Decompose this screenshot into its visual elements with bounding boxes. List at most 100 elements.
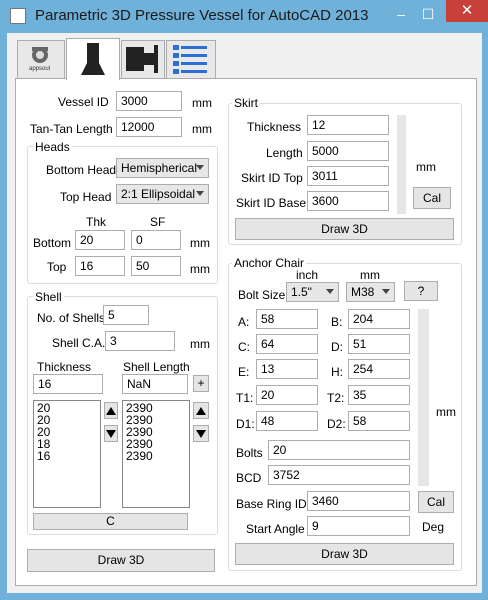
thickness-header: Thickness	[37, 360, 92, 374]
top-head-value: 2:1 Ellipsoidal	[121, 187, 196, 201]
skirt-id-top-label: Skirt ID Top	[241, 171, 303, 185]
add-button[interactable]: +	[193, 375, 209, 392]
heads-title: Heads	[33, 140, 72, 154]
h-label: H:	[331, 365, 343, 379]
arrow-up-icon	[106, 407, 116, 415]
d-input[interactable]: 51	[348, 334, 410, 354]
skirt-draw-3d-button[interactable]: Draw 3D	[235, 218, 454, 240]
shell-ca-input[interactable]: 3	[105, 331, 175, 351]
bottom-thk-input[interactable]: 20	[75, 230, 125, 250]
vessel-icon	[81, 43, 105, 75]
bottom-sf-input[interactable]: 0	[131, 230, 181, 250]
help-button[interactable]: ?	[404, 281, 438, 301]
vessel-id-label: Vessel ID	[58, 95, 109, 109]
minimize-button[interactable]: –	[392, 5, 410, 23]
c-button[interactable]: C	[33, 513, 188, 530]
list-item[interactable]: 2390	[126, 450, 186, 462]
list-item[interactable]: 16	[37, 450, 97, 462]
e-input[interactable]: 13	[256, 359, 318, 379]
start-angle-label: Start Angle	[246, 522, 305, 536]
t1-label: T1:	[236, 391, 254, 405]
top-thk-input[interactable]: 16	[75, 256, 125, 276]
chevron-down-icon	[196, 165, 204, 170]
shell-title: Shell	[33, 290, 64, 304]
a-input[interactable]: 58	[256, 309, 318, 329]
skirt-unit: mm	[416, 160, 436, 174]
bolt-inch-select[interactable]: 1.5"	[286, 282, 339, 302]
t1-input[interactable]: 20	[256, 385, 318, 405]
window-title: Parametric 3D Pressure Vessel for AutoCA…	[35, 7, 369, 24]
length-up-button[interactable]	[193, 402, 209, 419]
tab-list[interactable]	[166, 40, 216, 78]
shell-length-header: Shell Length	[123, 360, 190, 374]
d2-label: D2:	[327, 417, 346, 431]
base-ring-id-label: Base Ring ID	[236, 497, 307, 511]
thickness-input[interactable]: 16	[33, 374, 103, 394]
vessel-id-input[interactable]: 3000	[116, 91, 182, 111]
tan-tan-label: Tan-Tan Length	[30, 122, 113, 136]
move-down-button[interactable]	[104, 425, 118, 442]
main-draw-3d-button[interactable]: Draw 3D	[27, 549, 215, 572]
bolt-mm-select[interactable]: M38	[346, 282, 395, 302]
anchor-unit: mm	[436, 405, 456, 419]
num-shells-input[interactable]: 5	[103, 305, 149, 325]
skirt-thickness-input[interactable]: 12	[307, 115, 389, 135]
close-button[interactable]: ✕	[446, 0, 488, 22]
b-label: B:	[331, 315, 343, 329]
tab-vessel[interactable]	[66, 38, 120, 80]
b-input[interactable]: 204	[348, 309, 410, 329]
skirt-id-base-label: Skirt ID Base	[236, 196, 307, 210]
skirt-diagram-bar	[397, 115, 406, 214]
inch-label: inch	[296, 268, 319, 282]
tab-nozzle[interactable]	[121, 40, 165, 78]
sf-header: SF	[150, 215, 166, 229]
top-row-label: Top	[47, 260, 67, 274]
top-head-label: Top Head	[60, 190, 112, 204]
e-label: E:	[238, 365, 250, 379]
top-head-select[interactable]: 2:1 Ellipsoidal	[116, 184, 209, 204]
tab-appsoul[interactable]: appsoul	[17, 40, 65, 78]
thickness-list[interactable]: 20 20 20 18 16	[33, 400, 101, 508]
skirt-id-base-input[interactable]: 3600	[307, 191, 389, 211]
thk-header: Thk	[86, 215, 107, 229]
base-ring-id-input[interactable]: 3460	[307, 491, 410, 511]
chevron-down-icon	[326, 289, 334, 294]
h-input[interactable]: 254	[348, 359, 410, 379]
bottom-head-select[interactable]: Hemispherical	[116, 158, 209, 178]
start-angle-input[interactable]: 9	[307, 516, 410, 536]
skirt-id-top-input[interactable]: 3011	[307, 166, 389, 186]
shell-length-input[interactable]: NaN	[122, 374, 188, 394]
anchor-chair-title: Anchor Chair	[232, 256, 307, 270]
anchor-draw-3d-button[interactable]: Draw 3D	[235, 543, 454, 565]
vessel-id-unit: mm	[192, 96, 212, 110]
c-input[interactable]: 64	[256, 334, 318, 354]
top-sf-input[interactable]: 50	[131, 256, 181, 276]
maximize-button[interactable]: ☐	[419, 5, 437, 23]
list-icon	[173, 45, 207, 74]
app-icon	[10, 8, 26, 24]
bcd-input[interactable]: 3752	[268, 465, 410, 485]
skirt-cal-button[interactable]: Cal	[413, 187, 451, 209]
arrow-down-icon	[106, 430, 116, 438]
anchor-diagram-bar	[418, 309, 429, 486]
bolts-input[interactable]: 20	[268, 440, 410, 460]
num-shells-label: No. of Shells	[37, 311, 106, 325]
t2-label: T2:	[327, 391, 345, 405]
d2-input[interactable]: 58	[348, 411, 410, 431]
move-up-button[interactable]	[104, 402, 118, 419]
length-down-button[interactable]	[193, 425, 209, 442]
anchor-cal-button[interactable]: Cal	[418, 491, 454, 513]
bottom-head-value: Hemispherical	[121, 161, 198, 175]
t2-input[interactable]: 35	[348, 385, 410, 405]
d-label: D:	[331, 340, 343, 354]
skirt-thickness-label: Thickness	[247, 120, 302, 134]
bottom-head-label: Bottom Head	[46, 163, 117, 177]
bottom-row-label: Bottom	[33, 236, 72, 250]
tab-appsoul-label: appsoul	[29, 66, 51, 72]
tan-tan-input[interactable]: 12000	[116, 117, 182, 137]
skirt-length-input[interactable]: 5000	[307, 141, 389, 161]
d1-input[interactable]: 48	[256, 411, 318, 431]
shell-ca-label: Shell C.A.	[52, 336, 106, 350]
skirt-title: Skirt	[232, 96, 260, 110]
shell-length-list[interactable]: 2390 2390 2390 2390 2390	[122, 400, 190, 508]
